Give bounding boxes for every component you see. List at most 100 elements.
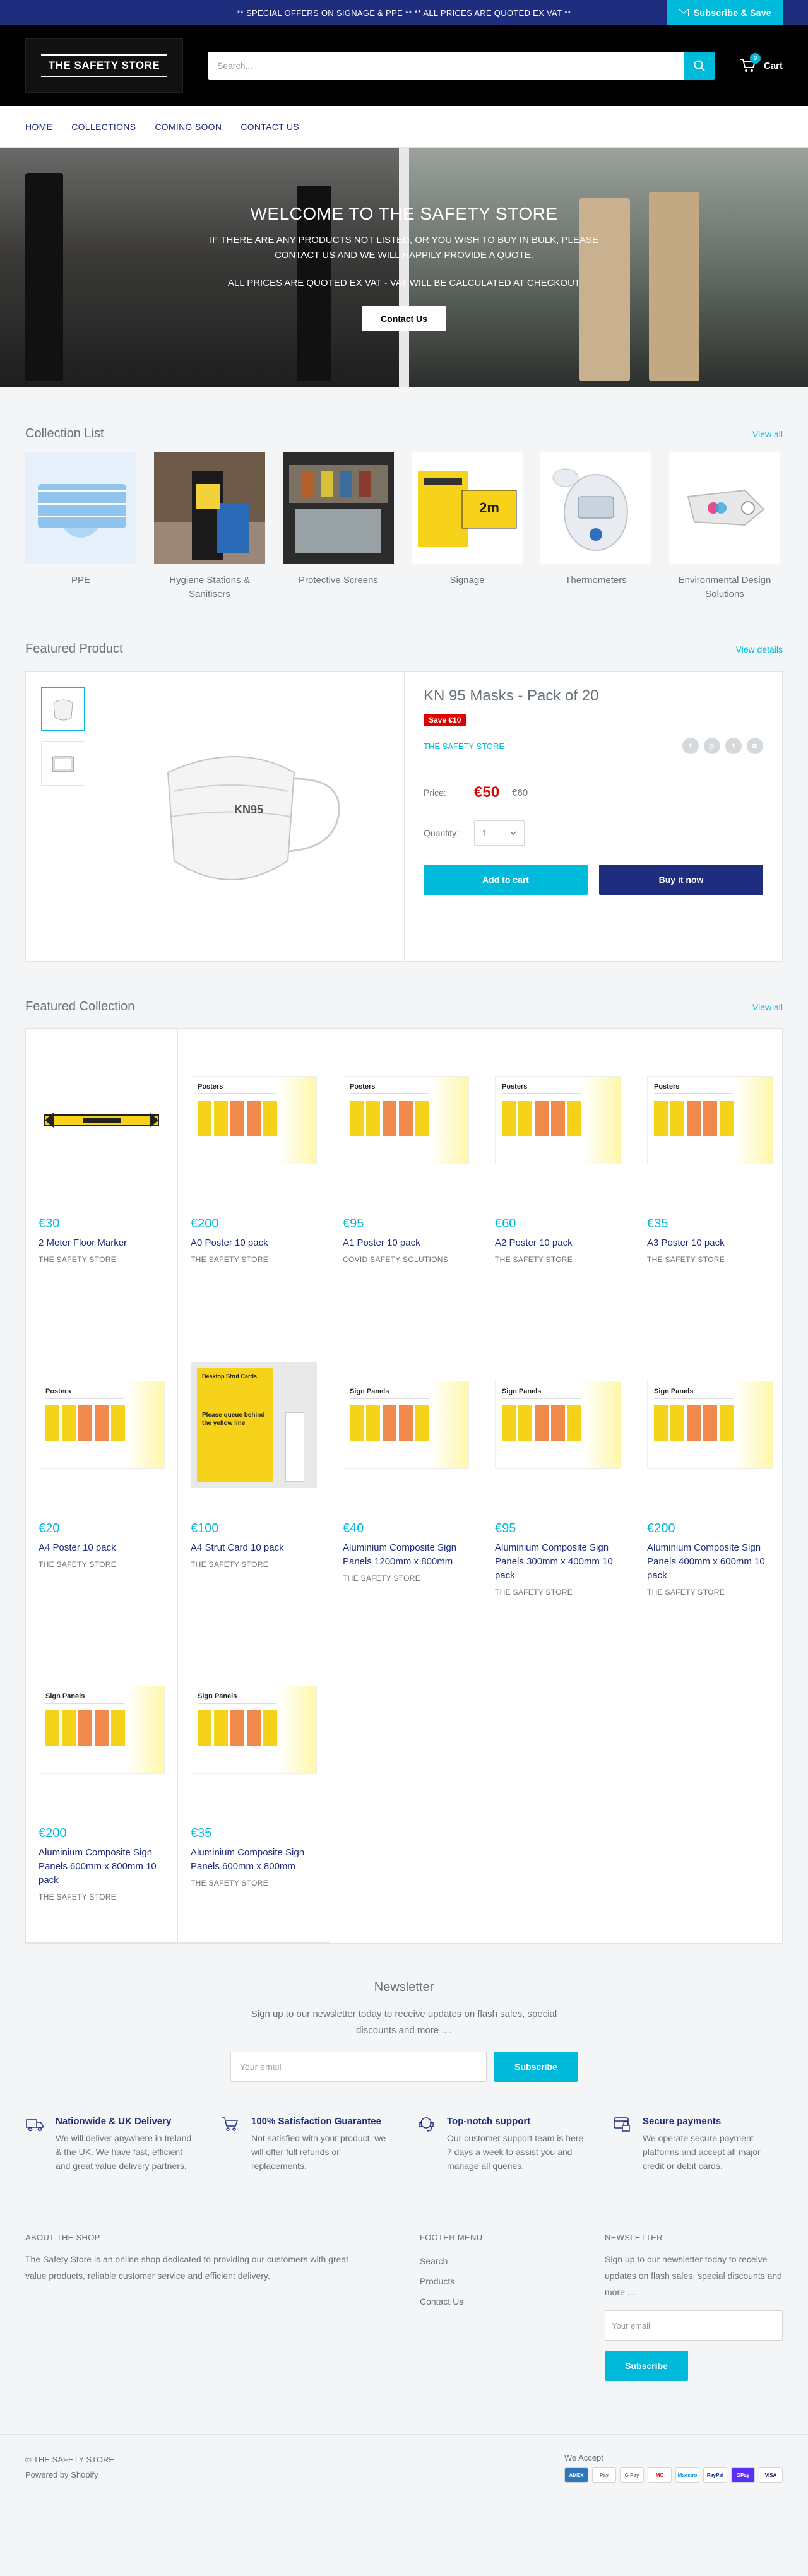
pinterest-share-icon[interactable]: p (704, 738, 720, 754)
mail-icon (678, 9, 689, 16)
collection-protective-screens[interactable]: Protective Screens (283, 452, 394, 601)
logo-text: THE SAFETY STORE (40, 54, 168, 77)
collection-name: Signage (449, 575, 485, 586)
collection-hygiene-stations[interactable]: Hygiene Stations & Sanitisers (154, 452, 265, 601)
product-info: KN 95 Masks - Pack of 20 Save €10 THE SA… (405, 672, 782, 961)
feature-secure-payments: Secure payments We operate secure paymen… (612, 2115, 783, 2173)
collection-image (154, 452, 265, 564)
product-image: Sign Panels (191, 1651, 317, 1809)
sale-price: €50 (474, 784, 500, 801)
product-price: €40 (343, 1521, 364, 1535)
payment-methods: We Accept AMEX Pay G Pay MC Maestro PayP… (564, 2453, 783, 2483)
product-price: €200 (191, 1217, 219, 1231)
product-main-image[interactable]: KN95 (98, 687, 389, 946)
product-card[interactable]: Posters €95 A1 Poster 10 pack COVID SAFETY … (330, 1029, 482, 1333)
cart-link[interactable]: 0 Cart (740, 53, 783, 73)
collection-image (540, 452, 651, 564)
store-logo[interactable]: THE SAFETY STORE (25, 38, 183, 93)
gallery-thumbnail-1[interactable] (41, 687, 85, 731)
product-price: €200 (39, 1826, 67, 1840)
amex-icon: AMEX (564, 2467, 588, 2483)
product-vendor: THE SAFETY STORE (39, 1893, 117, 1901)
hero-banner: WELCOME TO THE SAFETY STORE IF THERE ARE… (0, 148, 808, 387)
paypal-icon: PayPal (703, 2467, 727, 2483)
quantity-select[interactable]: 1 (474, 820, 525, 846)
collection-view-all-link[interactable]: View all (752, 429, 783, 439)
product-vendor: THE SAFETY STORE (191, 1560, 269, 1569)
feature-title: Secure payments (643, 2116, 722, 2127)
footer-about-text: The Safety Store is an online shop dedic… (25, 2254, 349, 2281)
collection-image (25, 452, 136, 564)
nav-home[interactable]: HOME (25, 122, 52, 132)
product-card[interactable]: Sign Panels €95 Aluminium Composite Sign P… (482, 1333, 634, 1638)
product-card[interactable]: Posters €60 A2 Poster 10 pack THE SAFETY ST… (482, 1029, 634, 1333)
gallery-thumbnail-2[interactable] (41, 741, 85, 786)
feature-title: Top-notch support (447, 2116, 531, 2127)
featured-product-title: Featured Product (25, 642, 123, 656)
footer-link-search[interactable]: Search (420, 2256, 448, 2266)
product-price: €100 (191, 1521, 219, 1535)
featured-product-section: Featured Product View details KN95 KN 95… (0, 642, 808, 962)
product-card[interactable]: €30 2 Meter Floor Marker THE SAFETY STORE (26, 1029, 178, 1333)
site-header: THE SAFETY STORE Search... 0 Cart (0, 25, 808, 106)
nav-collections[interactable]: COLLECTIONS (71, 122, 136, 132)
product-vendor: THE SAFETY STORE (191, 1879, 269, 1888)
product-card[interactable]: Sign Panels €35 Aluminium Composite Sign P… (178, 1638, 330, 1943)
featured-collection-view-all-link[interactable]: View all (752, 1002, 783, 1012)
twitter-share-icon[interactable]: t (725, 738, 742, 754)
newsletter-subscribe-button[interactable]: Subscribe (494, 2052, 578, 2082)
product-card[interactable]: Posters €35 A3 Poster 10 pack THE SAFETY ST… (634, 1029, 786, 1333)
footer-subscribe-button[interactable]: Subscribe (605, 2351, 688, 2381)
product-image: Posters (191, 1041, 317, 1199)
product-name: A0 Poster 10 pack (191, 1238, 268, 1248)
svg-text:2m: 2m (479, 500, 499, 516)
search-button[interactable] (684, 52, 715, 80)
hero-overlay: WELCOME TO THE SAFETY STORE IF THERE ARE… (0, 148, 808, 387)
product-name: Aluminium Composite Sign Panels 1200mm x… (343, 1542, 457, 1567)
product-vendor: THE SAFETY STORE (191, 1255, 269, 1264)
product-name: A4 Poster 10 pack (39, 1542, 116, 1553)
buy-it-now-button[interactable]: Buy it now (599, 865, 763, 895)
facebook-share-icon[interactable]: f (682, 738, 699, 754)
footer-email-input[interactable]: Your email (605, 2310, 783, 2341)
nav-contact-us[interactable]: CONTACT US (241, 122, 299, 132)
email-share-icon[interactable]: ✉ (747, 738, 763, 754)
product-title: KN 95 Masks - Pack of 20 (424, 687, 599, 704)
product-card[interactable]: Posters €200 A0 Poster 10 pack THE SAFETY S… (178, 1029, 330, 1333)
search-icon (694, 60, 705, 71)
contact-us-button[interactable]: Contact Us (362, 306, 446, 331)
collection-ppe[interactable]: PPE (25, 452, 136, 601)
powered-by-link[interactable]: Powered by Shopify (25, 2470, 98, 2479)
collection-signage[interactable]: 2m Signage (412, 452, 523, 601)
cart-count-badge: 0 (749, 53, 761, 64)
nav-coming-soon[interactable]: COMING SOON (155, 122, 222, 132)
footer-about: ABOUT THE SHOP The Safety Store is an on… (25, 2233, 369, 2381)
product-card[interactable]: Sign Panels €40 Aluminium Composite Sign P… (330, 1333, 482, 1638)
featured-collection-title: Featured Collection (25, 1000, 135, 1013)
product-card[interactable]: Desktop Strut Cards Please queue behind t… (178, 1333, 330, 1638)
footer-link-products[interactable]: Products (420, 2276, 454, 2286)
product-name: A2 Poster 10 pack (495, 1238, 573, 1248)
product-price: €200 (647, 1521, 675, 1535)
product-card[interactable]: Posters €20 A4 Poster 10 pack THE SAFETY ST… (26, 1333, 178, 1638)
product-name: A3 Poster 10 pack (647, 1238, 725, 1248)
empty-grid-cell (330, 1638, 482, 1943)
subscribe-save-button[interactable]: Subscribe & Save (667, 0, 783, 25)
product-vendor-link[interactable]: THE SAFETY STORE (424, 741, 504, 751)
compare-price: €60 (512, 787, 528, 798)
footer-link-contact-us[interactable]: Contact Us (420, 2296, 463, 2307)
product-card[interactable]: Sign Panels €200 Aluminium Composite Sign … (634, 1333, 786, 1638)
add-to-cart-button[interactable]: Add to cart (424, 865, 588, 895)
feature-title: 100% Satisfaction Guarantee (251, 2116, 381, 2127)
product-vendor: THE SAFETY STORE (39, 1255, 117, 1264)
collection-thermometers[interactable]: Thermometers (540, 452, 651, 601)
view-details-link[interactable]: View details (736, 644, 783, 654)
product-image: Sign Panels (495, 1346, 621, 1504)
search-input[interactable]: Search... (208, 52, 684, 80)
product-card[interactable]: Sign Panels €200 Aluminium Composite Sign … (26, 1638, 178, 1943)
collection-image (283, 452, 394, 564)
quantity-label: Quantity: (424, 828, 460, 838)
collection-environmental-design[interactable]: Environmental Design Solutions (669, 452, 780, 601)
collection-name: Protective Screens (299, 575, 378, 586)
newsletter-email-input[interactable]: Your email (230, 2052, 487, 2082)
